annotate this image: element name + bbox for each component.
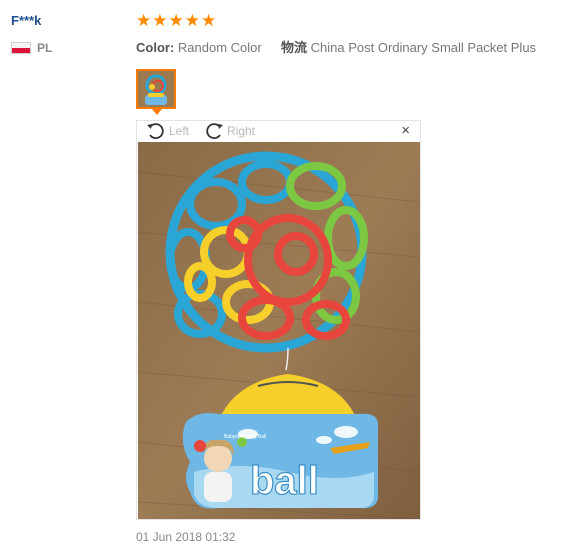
rotate-right-button[interactable]: Right [203, 122, 255, 140]
review-photo: Babyspielzeug Ball ball [138, 142, 420, 519]
rotate-left-icon [147, 123, 164, 139]
star-icon: ★ [136, 11, 152, 30]
svg-text:Babyspielzeug Ball: Babyspielzeug Ball [224, 434, 266, 440]
rating-stars: ★ ★ ★ ★ ★ [136, 12, 216, 29]
packaging-brand-text: ball [250, 459, 319, 503]
close-icon[interactable]: × [401, 122, 410, 140]
photo-viewer: Left Right × Babyspielzeug Ball ball [136, 120, 421, 520]
poland-flag-icon [11, 42, 31, 54]
color-value: Random Color [177, 40, 262, 55]
viewer-toolbar: Left Right × [137, 121, 420, 142]
rotate-right-icon [206, 123, 223, 139]
rotate-right-label: Right [227, 124, 256, 138]
star-icon: ★ [184, 11, 200, 30]
rotate-left-label: Left [169, 124, 190, 138]
reviewer-country: PL [11, 41, 52, 55]
reviewer-name: F***k [11, 13, 42, 28]
star-icon: ★ [201, 11, 217, 30]
photo-thumbnail[interactable] [136, 69, 176, 109]
thumbnail-pointer [152, 109, 162, 115]
shipping-label: 物流 [280, 40, 307, 55]
shipping-value: China Post Ordinary Small Packet Plus [310, 40, 537, 55]
star-icon: ★ [168, 11, 184, 30]
review-date: 01 Jun 2018 01:32 [136, 530, 236, 544]
star-icon: ★ [152, 11, 168, 30]
order-info: Color: Random Color 物流 China Post Ordina… [136, 37, 536, 56]
country-code: PL [37, 41, 53, 55]
color-label: Color: [136, 40, 175, 55]
rotate-left-button[interactable]: Left [145, 122, 189, 140]
